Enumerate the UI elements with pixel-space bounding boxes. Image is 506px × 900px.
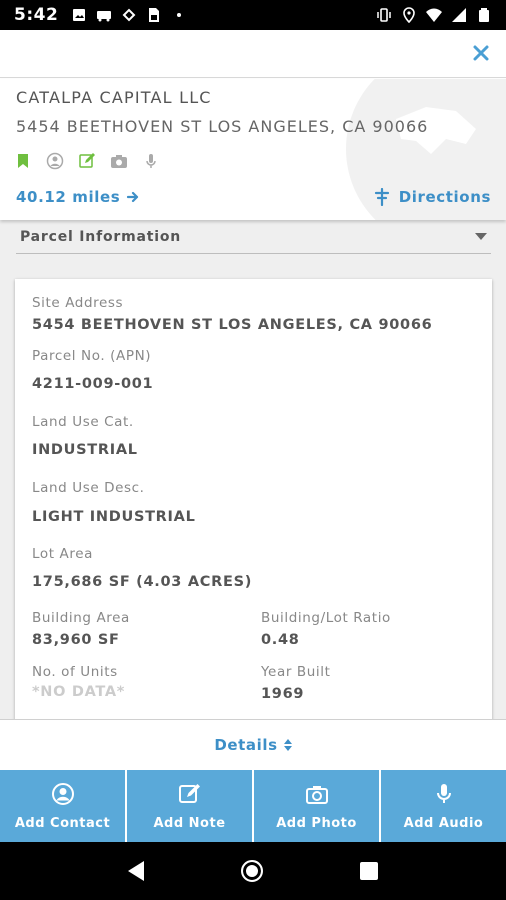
contact-icon xyxy=(51,782,75,806)
android-nav-bar xyxy=(0,842,506,900)
building-area-label: Building Area xyxy=(32,610,130,626)
sync-icon xyxy=(121,7,137,23)
add-audio-label: Add Audio xyxy=(403,815,484,831)
year-built-value: 1969 xyxy=(261,686,305,702)
units-value: *NO DATA* xyxy=(32,684,126,700)
home-icon[interactable] xyxy=(240,860,263,882)
contact-icon[interactable] xyxy=(46,152,64,170)
section-header-parcel[interactable]: Parcel Information xyxy=(16,220,491,254)
year-built-label: Year Built xyxy=(261,664,331,680)
apn-label: Parcel No. (APN) xyxy=(32,348,152,364)
lot-area-value: 175,686 SF (4.03 ACRES) xyxy=(32,574,253,590)
details-label: Details xyxy=(214,736,278,754)
status-bar: 5:42 xyxy=(0,0,506,30)
section-title: Parcel Information xyxy=(20,228,182,245)
close-icon[interactable] xyxy=(470,42,492,64)
land-use-cat-value: INDUSTRIAL xyxy=(32,442,138,458)
distance-text: 40.12 miles xyxy=(16,188,121,206)
land-use-cat-label: Land Use Cat. xyxy=(32,414,134,430)
bookmark-icon[interactable] xyxy=(14,152,32,170)
sort-caret-icon xyxy=(283,739,292,751)
details-toggle[interactable]: Details xyxy=(0,719,506,770)
dot-icon xyxy=(171,7,187,23)
location-icon xyxy=(401,7,417,23)
vibrate-icon xyxy=(376,7,392,23)
ratio-value: 0.48 xyxy=(261,632,300,648)
units-label: No. of Units xyxy=(32,664,118,680)
back-icon[interactable] xyxy=(128,861,145,881)
owner-name: CATALPA CAPITAL LLC xyxy=(16,88,212,107)
note-icon[interactable] xyxy=(78,152,96,170)
wifi-icon xyxy=(426,7,442,23)
parcel-info-card: Site Address 5454 BEETHOVEN ST LOS ANGEL… xyxy=(15,279,492,720)
add-photo-label: Add Photo xyxy=(276,815,357,831)
add-contact-label: Add Contact xyxy=(14,815,111,831)
status-time: 5:42 xyxy=(14,5,59,25)
camera-icon[interactable] xyxy=(110,152,128,170)
image-icon xyxy=(71,7,87,23)
battery-icon xyxy=(476,7,492,23)
sim-icon xyxy=(146,7,162,23)
car-icon xyxy=(96,7,112,23)
note-icon xyxy=(178,782,202,806)
ratio-label: Building/Lot Ratio xyxy=(261,610,391,626)
distance-link[interactable]: 40.12 miles xyxy=(16,188,140,206)
chevron-down-icon xyxy=(475,233,487,240)
mic-icon[interactable] xyxy=(142,152,160,170)
site-address-value: 5454 BEETHOVEN ST LOS ANGELES, CA 90066 xyxy=(32,317,433,333)
apn-value: 4211-009-001 xyxy=(32,376,154,392)
top-bar xyxy=(0,30,506,78)
arrow-right-icon xyxy=(127,191,139,203)
land-use-desc-value: LIGHT INDUSTRIAL xyxy=(32,509,196,525)
add-note-label: Add Note xyxy=(153,815,226,831)
content-scroll-area[interactable]: Parcel Information Site Address 5454 BEE… xyxy=(0,220,506,720)
recent-apps-icon[interactable] xyxy=(359,862,378,880)
add-contact-button[interactable]: Add Contact xyxy=(0,770,127,842)
land-use-desc-label: Land Use Desc. xyxy=(32,480,145,496)
site-address-label: Site Address xyxy=(32,295,124,311)
building-area-value: 83,960 SF xyxy=(32,632,120,648)
bottom-action-bar: Add Contact Add Note Add Photo Add Audio xyxy=(0,770,506,842)
add-note-button[interactable]: Add Note xyxy=(127,770,254,842)
camera-icon xyxy=(305,782,329,806)
mic-icon xyxy=(432,782,456,806)
property-address: 5454 BEETHOVEN ST LOS ANGELES, CA 90066 xyxy=(16,117,429,136)
add-photo-button[interactable]: Add Photo xyxy=(254,770,381,842)
lot-area-label: Lot Area xyxy=(32,546,93,562)
quick-action-icons xyxy=(14,152,160,170)
directions-label: Directions xyxy=(398,188,491,206)
directions-button[interactable]: Directions xyxy=(373,188,491,206)
directions-icon xyxy=(374,188,389,206)
add-audio-button[interactable]: Add Audio xyxy=(381,770,506,842)
property-info-panel: CATALPA CAPITAL LLC 5454 BEETHOVEN ST LO… xyxy=(0,79,506,220)
signal-icon xyxy=(451,7,467,23)
